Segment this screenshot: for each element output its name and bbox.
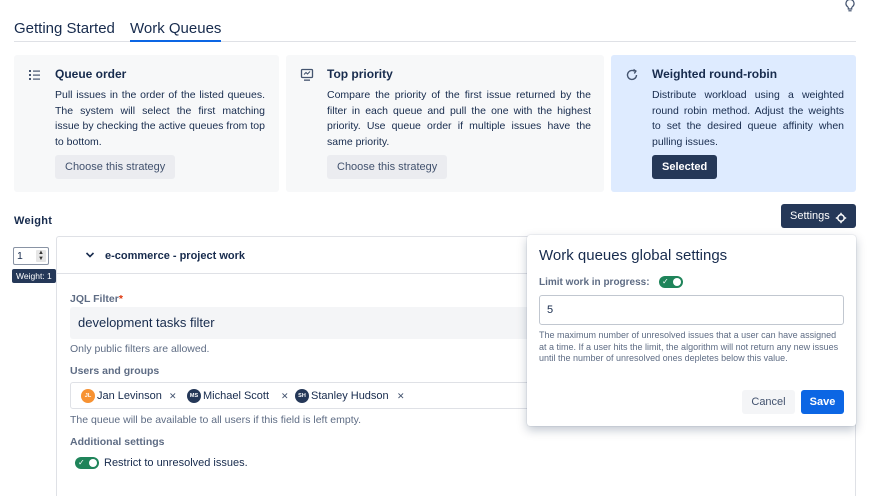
chevron-down-icon[interactable]	[85, 250, 95, 260]
users-help-text: The queue will be available to all users…	[70, 414, 362, 426]
choose-strategy-button[interactable]: Choose this strategy	[327, 155, 448, 179]
user-name: Jan Levinson	[97, 390, 162, 402]
remove-user-icon[interactable]: ✕	[281, 388, 289, 404]
strategy-card-queue-order: Queue order Pull issues in the order of …	[14, 55, 279, 192]
check-icon: ✓	[78, 458, 85, 467]
stepper-arrows-icon[interactable]: ▲ ▼	[36, 250, 46, 262]
settings-button-label: Settings	[790, 210, 830, 222]
weight-value: 1	[17, 250, 23, 262]
refresh-icon	[625, 68, 639, 82]
jql-filter-select[interactable]: development tasks filter	[70, 307, 550, 339]
avatar: JL	[81, 389, 95, 403]
user-chip: SH Stanley Hudson ✕	[295, 388, 407, 404]
list-order-icon	[28, 68, 42, 82]
strategy-card-top-priority: Top priority Compare the priority of the…	[286, 55, 604, 192]
strategy-card-weighted-round-robin: Weighted round-robin Distribute workload…	[611, 55, 856, 192]
limit-wip-input[interactable]: 5	[539, 295, 844, 325]
tab-work-queues[interactable]: Work Queues	[130, 20, 222, 42]
user-name: Michael Scott	[203, 390, 270, 402]
check-icon: ✓	[662, 277, 669, 286]
remove-user-icon[interactable]: ✕	[169, 388, 177, 404]
required-mark: *	[118, 293, 123, 305]
restrict-unresolved-label: Restrict to unresolved issues.	[104, 457, 248, 469]
cancel-button[interactable]: Cancel	[742, 390, 795, 414]
user-name: Stanley Hudson	[311, 390, 389, 402]
additional-settings-label: Additional settings	[70, 436, 165, 448]
limit-wip-description: The maximum number of unresolved issues …	[539, 330, 839, 363]
limit-wip-label: Limit work in progress:	[539, 277, 650, 288]
remove-user-icon[interactable]: ✕	[397, 388, 405, 404]
popover-title: Work queues global settings	[539, 247, 728, 264]
strategy-description: Distribute workload using a weighted rou…	[652, 89, 844, 148]
queue-title: e-commerce - project work	[105, 250, 245, 262]
weight-tooltip: Weight: 1	[12, 269, 56, 283]
jql-filter-label: JQL Filter*	[70, 293, 123, 305]
selected-strategy-button[interactable]: Selected	[652, 155, 718, 179]
choose-strategy-button[interactable]: Choose this strategy	[55, 155, 176, 179]
jql-filter-label-text: JQL Filter	[70, 293, 119, 305]
restrict-unresolved-toggle[interactable]: ✓	[75, 457, 99, 469]
strategy-title: Weighted round-robin	[652, 67, 778, 81]
strategy-description: Pull issues in the order of the listed q…	[55, 89, 265, 148]
settings-button[interactable]: Settings	[781, 204, 856, 228]
strategy-title: Top priority	[327, 67, 393, 81]
user-chip: JL Jan Levinson ✕	[81, 388, 177, 404]
tab-getting-started[interactable]: Getting Started	[14, 20, 115, 37]
jql-help-text: Only public filters are allowed.	[70, 343, 210, 355]
users-groups-field[interactable]: JL Jan Levinson ✕ MS Michael Scott ✕ SH …	[70, 382, 550, 409]
strategy-title: Queue order	[55, 67, 127, 81]
weight-heading: Weight	[14, 215, 53, 227]
user-chip: MS Michael Scott ✕	[187, 388, 290, 404]
limit-wip-toggle[interactable]: ✓	[659, 276, 683, 288]
global-settings-popover: Work queues global settings Limit work i…	[527, 235, 856, 426]
monitor-icon	[300, 68, 314, 82]
toggle-knob	[673, 278, 681, 286]
lightbulb-icon[interactable]	[843, 0, 857, 14]
gear-icon	[835, 209, 847, 224]
users-groups-label: Users and groups	[70, 365, 160, 377]
toggle-knob	[89, 459, 97, 467]
avatar: SH	[295, 389, 309, 403]
avatar: MS	[187, 389, 201, 403]
strategy-description: Compare the priority of the first issue …	[327, 89, 591, 148]
save-button[interactable]: Save	[801, 390, 844, 414]
tab-bar: Getting Started Work Queues	[14, 20, 856, 42]
weight-stepper[interactable]: 1 ▲ ▼	[13, 247, 49, 265]
